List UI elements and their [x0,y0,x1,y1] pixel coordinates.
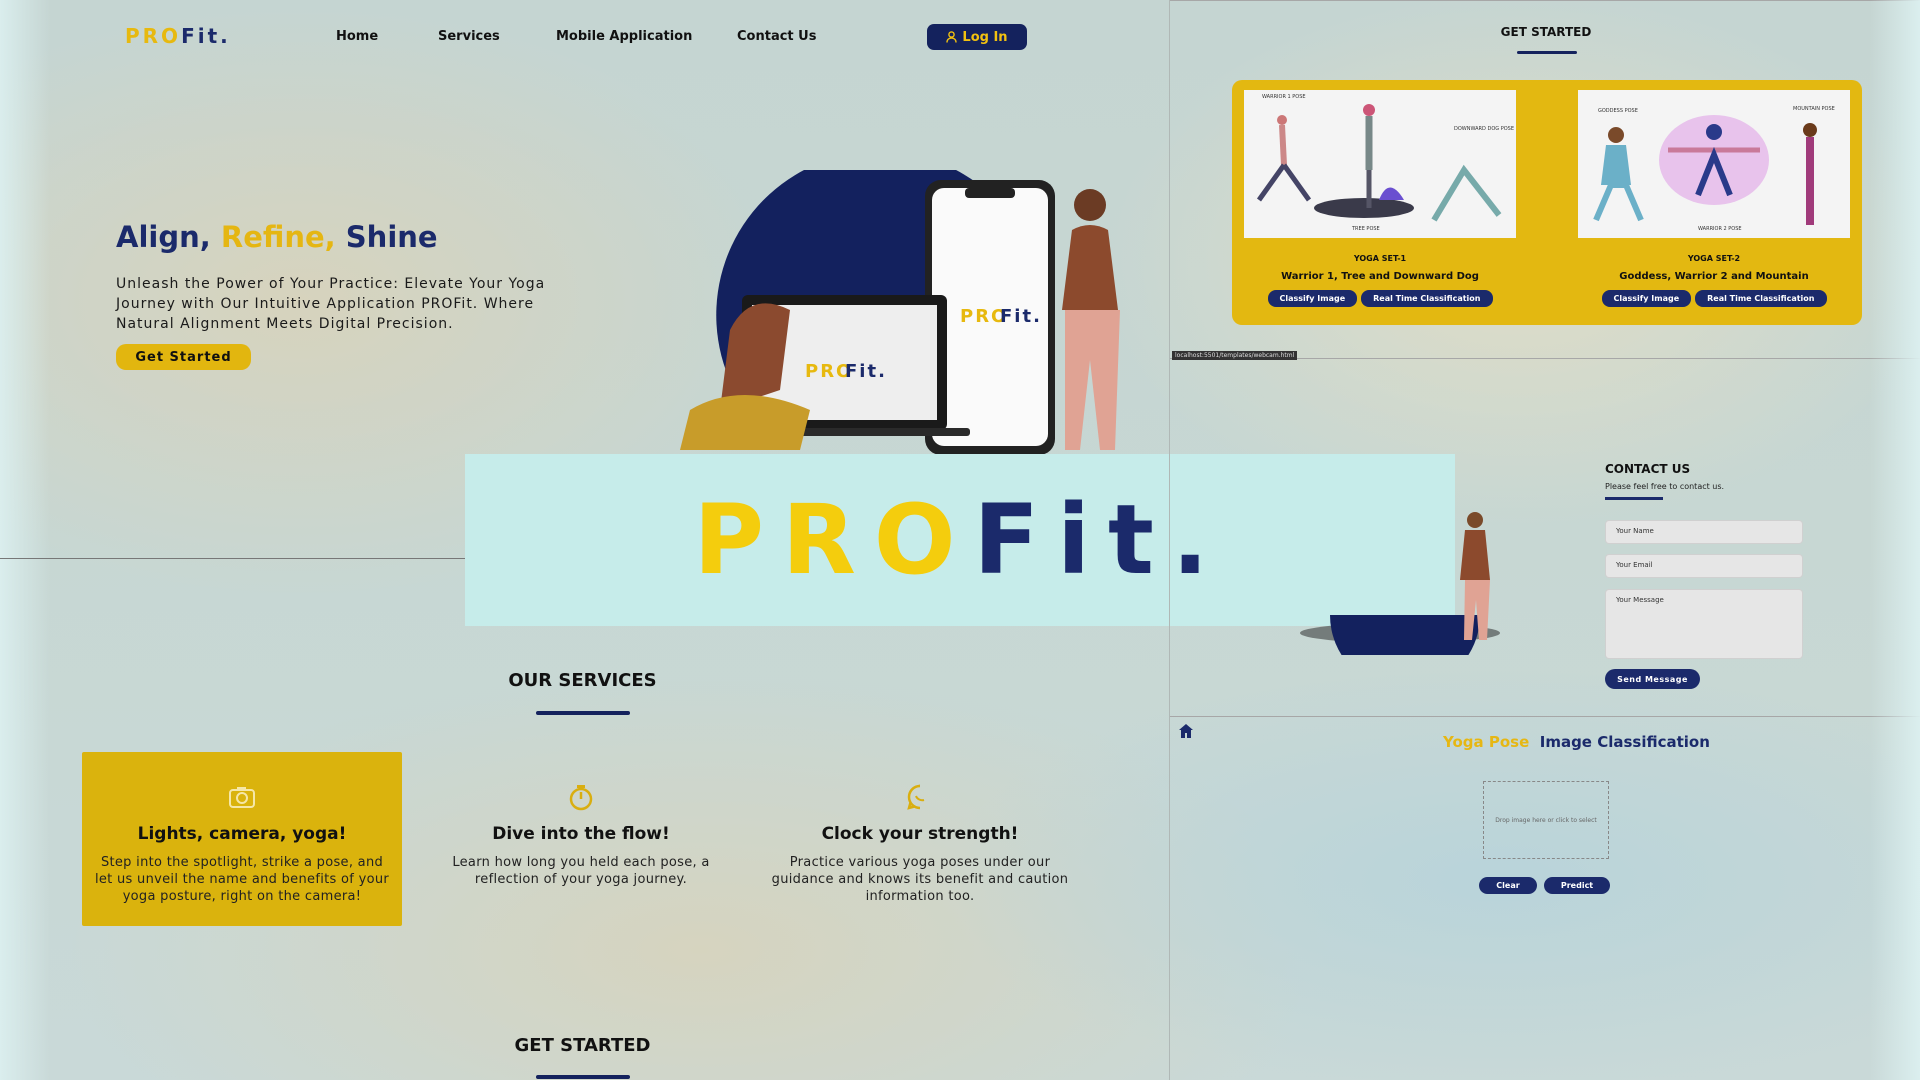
service-text: Practice various yoga poses under our gu… [771,855,1069,904]
login-label: Log In [962,29,1008,45]
service-card-camera[interactable]: Lights, camera, yoga! Step into the spot… [82,752,402,926]
yoga-set-1: WARRIOR 1 POSE TREE POSE DOWNWARD DOG PO… [1244,90,1516,307]
service-title: Clock your strength! [821,824,1019,844]
hero-illustration: PRO Fit. PRO Fit. [680,170,1120,455]
pose-label: GODDESS POSE [1598,108,1638,114]
classify-image-button[interactable]: Classify Image [1601,290,1692,307]
real-time-classification-button[interactable]: Real Time Classification [1695,290,1827,307]
yoga-set-label: YOGA SET-2 [1687,254,1741,263]
panel-get-started-title: GET STARTED [1500,25,1592,39]
logo-pro: PRO [125,24,182,48]
right-edge-fade [1870,0,1920,1080]
get-started-underline [536,1075,630,1079]
pose-label: TREE POSE [1351,226,1380,232]
left-edge-fade [0,0,50,1080]
pose-label: DOWNWARD DOG POSE [1454,126,1514,132]
logo-fit: Fit. [181,24,231,48]
hero-title-align: Align, [116,220,211,254]
email-field[interactable]: Your Email [1605,554,1803,578]
contact-title: CONTACT US [1605,462,1691,476]
top-nav: PROFit. Home Services Mobile Application… [0,24,1170,70]
services-title: OUR SERVICES [508,670,657,691]
services-underline [536,711,630,715]
yoga-set-2-image: GODDESS POSE WARRIOR 2 POSE MOUNTAIN POS… [1578,90,1850,238]
get-started-button[interactable]: Get Started [116,344,251,370]
get-started-title: GET STARTED [514,1035,651,1056]
message-field[interactable]: Your Message [1605,589,1803,659]
service-card-stopwatch[interactable]: Dive into the flow! Learn how long you h… [421,752,741,926]
service-title: Lights, camera, yoga! [137,824,347,844]
contact-underline [1605,497,1663,500]
pose-label: MOUNTAIN POSE [1793,106,1835,112]
clear-button[interactable]: Clear [1479,877,1537,894]
panel-separator-top [1170,0,1920,1]
contact-subtitle: Please feel free to contact us. [1605,482,1725,491]
predict-button[interactable]: Predict [1544,877,1610,894]
name-field[interactable]: Your Name [1605,520,1803,544]
user-icon [946,31,958,43]
service-text: Step into the spotlight, strike a pose, … [94,855,390,904]
classify-title-yoga-pose: Yoga Pose [1443,733,1530,751]
banner-pro: PRO [693,484,974,596]
yoga-set-2: GODDESS POSE WARRIOR 2 POSE MOUNTAIN POS… [1578,90,1850,307]
logo[interactable]: PROFit. [125,24,231,48]
classify-image-button[interactable]: Classify Image [1267,290,1358,307]
yoga-sets-box: WARRIOR 1 POSE TREE POSE DOWNWARD DOG PO… [1232,80,1862,325]
svg-text:Fit.: Fit. [1000,306,1042,327]
yoga-set-label: YOGA SET-1 [1353,254,1407,263]
banner-fit: Fit. [973,484,1227,596]
hero-title-shine: Shine [345,220,438,254]
panel-divider [1169,0,1170,1080]
yoga-set-name: Goddess, Warrior 2 and Mountain [1619,271,1809,282]
image-dropzone[interactable]: Drop image here or click to select [1483,781,1609,859]
panel-separator-2 [1170,716,1920,717]
hero-text: Unleash the Power of Your Practice: Elev… [116,276,546,332]
nav-services[interactable]: Services [438,29,500,44]
svg-text:Fit.: Fit. [845,361,887,382]
classify-title-image-classification: Image Classification [1539,733,1710,751]
service-text: Learn how long you held each pose, a ref… [452,855,710,887]
camera-icon [229,787,255,808]
send-message-button[interactable]: Send Message [1605,669,1700,689]
yoga-set-1-illustration: WARRIOR 1 POSE TREE POSE DOWNWARD DOG PO… [1256,94,1514,232]
contact-illustration [1300,512,1500,655]
chat-icon [907,784,925,810]
panel-get-started-underline [1517,51,1577,54]
section-divider [0,558,470,559]
pose-label: WARRIOR 2 POSE [1698,226,1742,232]
nav-contact-us[interactable]: Contact Us [737,29,816,44]
pose-label: WARRIOR 1 POSE [1262,94,1306,100]
stopwatch-icon [569,785,593,811]
hero-title: Align, Refine, Shine [116,220,438,254]
yoga-set-name: Warrior 1, Tree and Downward Dog [1281,271,1479,282]
yoga-set-2-illustration: GODDESS POSE WARRIOR 2 POSE MOUNTAIN POS… [1593,106,1835,232]
classify-title: Yoga Pose Image Classification [1443,733,1710,751]
nav-mobile-application[interactable]: Mobile Application [556,29,692,44]
login-button[interactable]: Log In [927,24,1027,50]
home-icon[interactable] [1178,723,1194,739]
hero-title-refine: Refine, [220,220,336,254]
yoga-set-1-image: WARRIOR 1 POSE TREE POSE DOWNWARD DOG PO… [1244,90,1516,238]
service-card-chat[interactable]: Clock your strength! Practice various yo… [760,752,1080,926]
real-time-classification-button[interactable]: Real Time Classification [1361,290,1493,307]
nav-home[interactable]: Home [336,29,378,44]
service-title: Dive into the flow! [492,824,670,844]
url-tooltip: localhost:5501/templates/webcam.html [1172,351,1298,360]
